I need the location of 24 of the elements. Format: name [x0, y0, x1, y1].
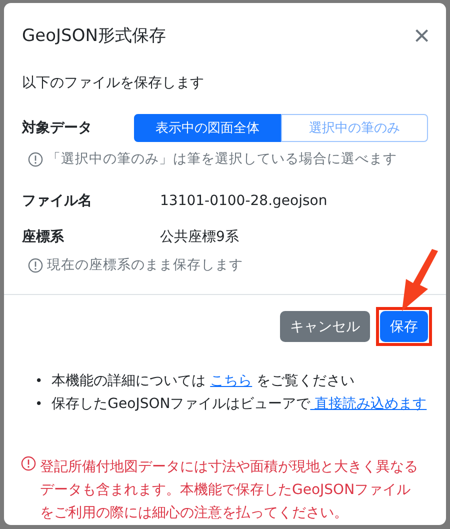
close-button[interactable]: ×	[414, 22, 430, 50]
warning-text: 登記所備付地図データには寸法や面積が現地と大きく異なるデータも含まれます。本機能で保存したGeoJSONファイルをご利用の際には細心の注意を払ってください。	[40, 458, 419, 523]
bullet: •	[35, 397, 43, 412]
field-value: 公共座標9系	[160, 228, 239, 246]
link[interactable]: こちら	[210, 373, 252, 389]
field-value: 13101-0100-28.geojson	[160, 193, 328, 209]
info-icon	[28, 152, 43, 166]
warning-icon	[21, 456, 36, 471]
note-text: 本機能の詳細については こちら をご覧ください	[52, 372, 355, 391]
field-label: ファイル名	[22, 192, 93, 210]
cancel-button[interactable]: キャンセル	[280, 311, 370, 342]
field-label: 座標系	[22, 228, 65, 246]
save-button[interactable]: 保存	[380, 311, 428, 342]
note-text: 保存したGeoJSONファイルはビューアで 直接読み込めます	[52, 395, 427, 414]
dialog-title: GeoJSON形式保存	[22, 25, 166, 47]
link[interactable]: 直接読み込めます	[310, 396, 427, 412]
hint-text: 「選択中の筆のみ」は筆を選択している場合に選べます	[47, 150, 397, 168]
toggle-option[interactable]: 選択中の筆のみ	[281, 114, 428, 142]
hint-text: 現在の座標系のまま保存します	[47, 256, 243, 274]
bullet: •	[35, 374, 43, 389]
intro-text: 以下のファイルを保存します	[22, 74, 205, 92]
toggle-option[interactable]: 表示中の図面全体	[134, 114, 281, 142]
field-label: 対象データ	[22, 119, 93, 137]
info-icon	[28, 258, 43, 272]
